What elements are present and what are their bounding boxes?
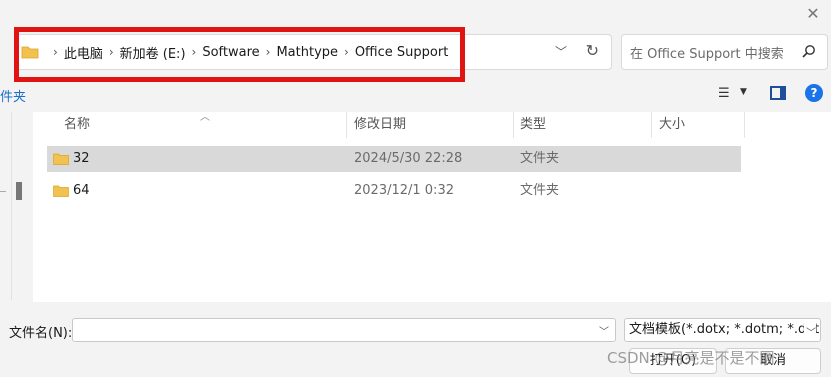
breadcrumb-separator-icon: › [265,45,271,59]
file-name: 64 [73,183,90,198]
filename-input[interactable]: ﹀ [72,318,616,342]
file-date: 2023/12/1 0:32 [354,183,454,198]
chevron-down-icon[interactable]: ▼ [740,87,747,97]
breadcrumb-separator-icon: › [191,45,197,59]
breadcrumb-item[interactable]: 此电脑 [64,43,103,62]
preview-pane-icon[interactable] [770,86,786,100]
search-placeholder: 在 Office Support 中搜索 [630,46,784,62]
close-icon[interactable]: ✕ [803,4,823,24]
breadcrumb-item[interactable]: 新加卷 (E:) [120,43,186,62]
chevron-down-icon[interactable]: ﹀ [804,323,816,341]
file-date: 2024/5/30 22:28 [354,151,463,166]
column-header-type[interactable]: 类型 [520,112,546,138]
open-button[interactable]: 打开(O) [629,348,717,374]
search-input[interactable]: 在 Office Support 中搜索 [621,34,828,70]
breadcrumb-item-current[interactable]: Office Support [355,45,448,60]
help-icon[interactable]: ? [805,84,823,102]
column-divider[interactable] [651,112,652,138]
scrollbar-thumb[interactable] [16,182,22,200]
breadcrumb-item[interactable]: Mathtype [276,45,338,60]
breadcrumb-separator-icon: › [344,45,349,59]
table-row[interactable]: 32 2024/5/30 22:28 文件夹 [47,146,741,172]
address-bar[interactable]: › 此电脑 › 新加卷 (E:) › Software › Mathtype ›… [14,34,612,70]
folder-icon [53,185,69,197]
breadcrumb-separator-icon: › [53,45,58,59]
folder-icon [53,153,69,165]
chevron-down-icon[interactable]: ﹀ [555,43,567,60]
breadcrumb-item[interactable]: Software [202,45,259,60]
search-icon[interactable] [801,44,817,60]
nav-fragment-label[interactable]: 件夹 [0,86,26,105]
column-divider[interactable] [513,112,514,138]
file-name: 32 [73,151,90,166]
filetype-value: 文档模板(*.dotx; *.dotm; *.dot [629,322,820,337]
column-divider[interactable] [744,112,745,138]
filetype-select[interactable]: 文档模板(*.dotx; *.dotm; *.dot ﹀ [624,318,821,342]
file-type: 文件夹 [520,151,560,166]
filename-label: 文件名(N): [9,326,73,341]
cancel-button[interactable]: 取消 [725,348,821,374]
folder-icon [21,46,39,59]
column-header-size[interactable]: 大小 [659,112,685,138]
column-divider[interactable] [346,112,347,138]
nav-divider [0,191,6,192]
sort-up-icon: ︿ [200,112,210,123]
table-row[interactable]: 64 2023/12/1 0:32 文件夹 [47,178,741,204]
column-header-date[interactable]: 修改日期 [354,112,406,138]
file-list[interactable]: ︿ 名称 修改日期 类型 大小 32 2024/5/30 22:28 文件夹 6… [33,112,831,302]
breadcrumb-separator-icon: › [108,45,114,59]
refresh-icon[interactable]: ↻ [586,41,599,60]
column-header-name[interactable]: 名称 [64,112,90,138]
file-type: 文件夹 [520,183,560,198]
navigation-pane[interactable] [0,112,12,300]
chevron-down-icon[interactable]: ﹀ [599,323,609,338]
view-icon[interactable]: ☰ [718,86,730,101]
open-file-dialog: ✕ › 此电脑 › 新加卷 (E:) › Software › Mathtype… [0,0,831,377]
